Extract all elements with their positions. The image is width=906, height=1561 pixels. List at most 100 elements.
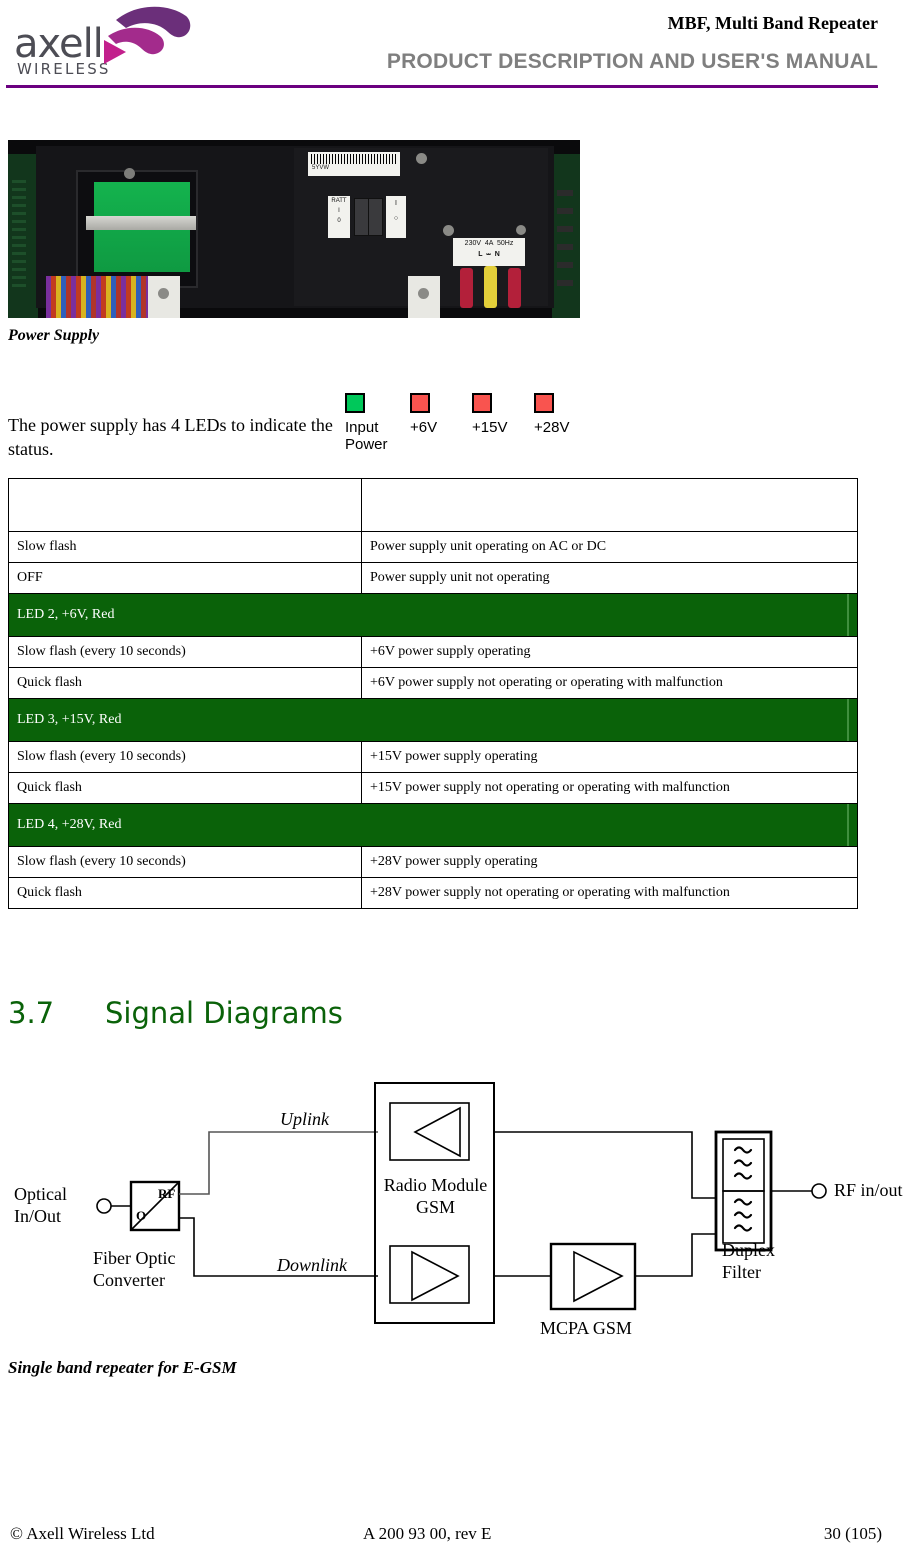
- footer-document-code: A 200 93 00, rev E: [363, 1524, 492, 1543]
- uplink-amplifier-box: [389, 1102, 470, 1161]
- diagram-caption: Single band repeater for E-GSM: [8, 1358, 237, 1377]
- photo-bracket-left-screw: [158, 288, 169, 299]
- page-header: axell WIRELESS MBF, Multi Band Repeater …: [0, 0, 906, 92]
- photo-screw-top-right: [416, 153, 427, 164]
- axell-wireless-logo: axell WIRELESS: [14, 6, 194, 78]
- intro-paragraph: The power supply has 4 LEDs to indicate …: [8, 415, 333, 459]
- table-cell-description: +28V power supply operating: [361, 846, 858, 878]
- table-header-row: [8, 478, 858, 532]
- led-legend: Input Power +6V +15V +28V: [345, 393, 600, 463]
- photo-wire-harness: [46, 276, 158, 318]
- led-status-table: Slow flash Power supply unit operating on…: [8, 478, 858, 909]
- photo-metal-clamp: [86, 216, 196, 230]
- table-section-header-label: LED 4, +28V, Red: [8, 803, 858, 847]
- downlink-amplifier-triangle: [411, 1250, 460, 1302]
- led-label-6v: +6V: [410, 419, 438, 436]
- power-supply-photo: 5YVW RATT I 0 I ○ 230V 4A 50Hz L ⏕ N: [8, 140, 580, 318]
- table-row: Quick flash +28V power supply not operati…: [8, 877, 858, 909]
- label-converter-o: O: [136, 1208, 147, 1223]
- led-label-28v: +28V: [534, 419, 570, 436]
- photo-mains-label: 230V 4A 50Hz L ⏕ N: [453, 238, 525, 266]
- uplink-amplifier-triangle: [413, 1106, 461, 1158]
- photo-screw-far-right: [516, 225, 526, 235]
- photo-screw-left: [124, 168, 135, 179]
- section-heading: 3.7 Signal Diagrams: [8, 996, 343, 1030]
- table-cell-description: +6V power supply not operating or operat…: [361, 667, 858, 699]
- led-status-table-body: Slow flash Power supply unit operating on…: [8, 478, 858, 909]
- photo-rocker-switch-2: [368, 198, 383, 236]
- table-section-header-row: LED 4, +28V, Red: [8, 803, 858, 847]
- table-cell-description: +6V power supply operating: [361, 636, 858, 668]
- table-cell-description: Power supply unit not operating: [361, 562, 858, 594]
- label-mcpa-gsm: MCPA GSM: [540, 1318, 632, 1338]
- swoosh-icon: [104, 6, 191, 64]
- photo-barcode-stripes: [311, 154, 397, 164]
- table-cell-description: +28V power supply not operating or opera…: [361, 877, 858, 909]
- document-subtitle: PRODUCT DESCRIPTION AND USER'S MANUAL: [386, 50, 878, 73]
- table-section-header-row: LED 3, +15V, Red: [8, 698, 858, 742]
- table-section-header-label: LED 2, +6V, Red: [8, 593, 858, 637]
- header-divider: [6, 85, 878, 88]
- table-row: Slow flash (every 10 seconds) +28V power …: [8, 846, 858, 878]
- table-row: Quick flash +15V power supply not operati…: [8, 772, 858, 804]
- table-row: Quick flash +6V power supply not operatin…: [8, 667, 858, 699]
- footer-page-number: 30 (105): [823, 1524, 882, 1543]
- filter-wave-icon: [733, 1146, 753, 1232]
- document-title: MBF, Multi Band Repeater: [667, 13, 878, 33]
- led-swatch-28v: [534, 393, 554, 413]
- led-indicator-input-power: Input Power: [345, 393, 411, 454]
- table-cell-condition: OFF: [8, 562, 362, 594]
- photo-left-pcb-traces: [12, 180, 26, 290]
- led-indicator-28v: +28V: [534, 393, 600, 436]
- photo-barcode-text: 5YVW: [312, 165, 330, 171]
- led-label-input-power: Input Power: [345, 419, 388, 454]
- photo-ratt-label: RATT I 0: [328, 196, 350, 238]
- photo-wire-earth: [484, 266, 497, 308]
- section-number: 3.7: [8, 996, 55, 1030]
- table-cell-description: [361, 478, 858, 532]
- table-cell-condition: Slow flash (every 10 seconds): [8, 741, 362, 773]
- label-rf-in-out: RF in/out: [834, 1180, 903, 1200]
- table-section-header-row: LED 2, +6V, Red: [8, 593, 858, 637]
- table-cell-condition: Slow flash (every 10 seconds): [8, 846, 362, 878]
- label-optical-in-out: Optical In/Out: [14, 1184, 67, 1226]
- label-fiber-optic-converter: Fiber Optic Converter: [93, 1248, 176, 1290]
- photo-rocker-switch-1: [354, 198, 369, 236]
- label-uplink: Uplink: [280, 1109, 329, 1129]
- table-cell-condition: Slow flash: [8, 531, 362, 563]
- photo-screw-mid-right: [443, 225, 454, 236]
- optical-port-icon: [96, 1198, 112, 1214]
- label-converter-rf: RF: [158, 1186, 176, 1201]
- footer-copyright: © Axell Wireless Ltd: [10, 1524, 155, 1543]
- downlink-amplifier-box: [389, 1245, 470, 1304]
- photo-wire-neutral: [508, 268, 521, 308]
- table-row: Slow flash (every 10 seconds) +6V power s…: [8, 636, 858, 668]
- page-footer: © Axell Wireless Ltd A 200 93 00, rev E …: [0, 1524, 906, 1554]
- table-cell-description: Power supply unit operating on AC or DC: [361, 531, 858, 563]
- photo-wire-live: [460, 268, 473, 308]
- photo-caption: Power Supply: [8, 327, 100, 344]
- table-cell-condition: Quick flash: [8, 877, 362, 909]
- rf-port-icon: [811, 1183, 827, 1199]
- table-cell-condition: Quick flash: [8, 667, 362, 699]
- led-indicator-6v: +6V: [410, 393, 476, 436]
- signal-diagram: Optical In/Out RF O Fiber Optic Converter …: [0, 1070, 906, 1338]
- table-row: Slow flash Power supply unit operating on…: [8, 531, 858, 563]
- table-row: Slow flash (every 10 seconds) +15V power …: [8, 741, 858, 773]
- table-cell-description: +15V power supply not operating or opera…: [361, 772, 858, 804]
- table-cell-condition: Quick flash: [8, 772, 362, 804]
- label-radio-module-gsm: Radio Module GSM: [383, 1175, 488, 1217]
- photo-right-pcb-connectors: [557, 190, 573, 290]
- table-cell-description: +15V power supply operating: [361, 741, 858, 773]
- section-title: Signal Diagrams: [105, 996, 343, 1030]
- table-cell-condition: Slow flash (every 10 seconds): [8, 636, 362, 668]
- led-swatch-6v: [410, 393, 430, 413]
- photo-power-button-label: I ○: [386, 196, 406, 238]
- table-section-header-label: LED 3, +15V, Red: [8, 698, 858, 742]
- photo-bracket-right-screw: [418, 288, 429, 299]
- table-row: OFF Power supply unit not operating: [8, 562, 858, 594]
- mcpa-triangle: [573, 1250, 624, 1303]
- label-downlink: Downlink: [277, 1255, 347, 1275]
- led-label-15v: +15V: [472, 419, 508, 436]
- label-duplex-filter: Duplex Filter: [722, 1240, 775, 1282]
